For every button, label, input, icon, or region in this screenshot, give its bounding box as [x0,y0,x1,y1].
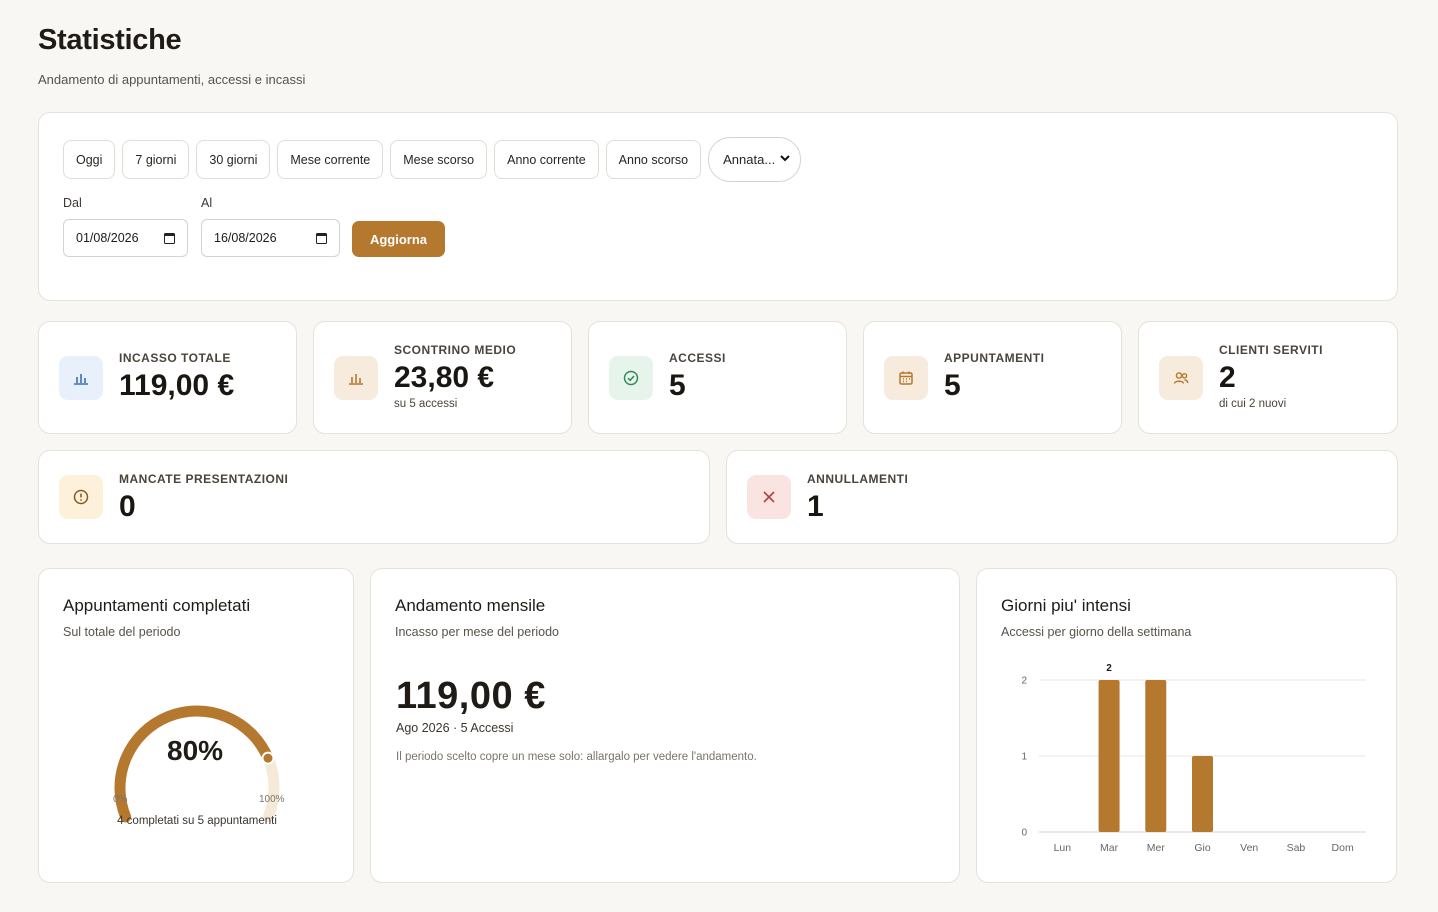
year-select-value: Annata... [723,152,776,167]
gauge-knob [261,751,275,765]
bar-gio [1192,756,1213,832]
x-tick-label: Sab [1287,842,1306,854]
page-subtitle: Andamento di appuntamenti, accessi e inc… [38,72,306,87]
monthly-trend-panel: Andamento mensile Incasso per mese del p… [370,568,960,883]
x-icon [747,475,791,519]
panel-subtitle: Incasso per mese del periodo [395,625,559,639]
to-date-input[interactable]: 16/08/2026 [201,219,340,257]
kpi-label: SCONTRINO MEDIO [394,343,517,357]
bar-mar [1098,680,1120,832]
kpi-value: 2 [1219,361,1236,394]
kpi-card-total-revenue: INCASSO TOTALE 119,00 € [38,321,297,434]
busy-days-panel: Giorni piu' intensi Accessi per giorno d… [976,568,1397,883]
to-date-value: 16/08/2026 [214,231,277,245]
calendar-icon[interactable] [316,232,327,244]
y-tick-label: 1 [1021,752,1027,763]
year-select[interactable]: Annata... [708,137,802,182]
kpi-value: 0 [119,490,136,523]
trend-note: Il periodo scelto copre un mese solo: al… [396,751,757,763]
preset-30-days-button[interactable]: 30 giorni [196,140,271,179]
filters-card: Oggi 7 giorni 30 giorni Mese corrente Me… [38,112,1398,301]
kpi-label: MANCATE PRESENTAZIONI [119,472,289,486]
x-tick-label: Mar [1100,842,1119,854]
kpi-label: CLIENTI SERVITI [1219,343,1323,357]
preset-today-button[interactable]: Oggi [63,140,116,179]
kpi-value: 23,80 € [394,361,495,394]
kpi-card-clients-served: CLIENTI SERVITI 2 di cui 2 nuovi [1138,321,1398,434]
kpi-label: INCASSO TOTALE [119,351,231,365]
completion-gauge [114,705,280,823]
refresh-button[interactable]: Aggiorna [352,221,445,257]
from-date-value: 01/08/2026 [76,231,139,245]
chevron-down-icon [780,154,790,165]
bar-chart-icon [59,356,103,400]
preset-current-month-button[interactable]: Mese corrente [277,140,384,179]
kpi-card-appointments: APPUNTAMENTI 5 [863,321,1122,434]
preset-7-days-button[interactable]: 7 giorni [122,140,190,179]
check-circle-icon [609,356,653,400]
kpi-label: ACCESSI [669,351,726,365]
kpi-label: APPUNTAMENTI [944,351,1045,365]
panel-title: Andamento mensile [395,596,546,615]
data-label: 2 [1106,663,1112,674]
preset-current-year-button[interactable]: Anno corrente [494,140,599,179]
kpi-value: 1 [807,490,824,523]
kpi-card-cancellations: ANNULLAMENTI 1 [726,450,1398,544]
kpi-value: 5 [669,369,686,402]
trend-meta: Ago 2026 · 5 Accessi [396,721,514,735]
kpi-card-average-receipt: SCONTRINO MEDIO 23,80 € su 5 accessi [313,321,572,434]
calendar-icon[interactable] [164,232,175,244]
period-presets: Oggi 7 giorni 30 giorni Mese corrente Me… [63,137,802,182]
kpi-sub: su 5 accessi [394,398,458,410]
gauge-percent: 80% [167,735,224,766]
gauge-max-label: 100% [259,794,285,805]
busy-days-chart: 0 1 2 Lun 2 Mar Mer Gio Ven Sab Dom [1021,663,1366,854]
alert-circle-icon [59,475,103,519]
kpi-value: 119,00 € [119,369,235,402]
x-tick-label: Dom [1332,842,1354,854]
from-date-input[interactable]: 01/08/2026 [63,219,188,257]
x-tick-label: Gio [1194,842,1211,854]
gauge-caption: 4 completati su 5 appuntamenti [117,815,277,827]
kpi-sub: di cui 2 nuovi [1219,398,1287,410]
preset-last-year-button[interactable]: Anno scorso [605,140,702,179]
from-label: Dal [63,196,82,210]
preset-last-month-button[interactable]: Mese scorso [390,140,488,179]
users-icon [1159,356,1203,400]
y-tick-label: 2 [1021,676,1027,687]
x-tick-label: Lun [1054,842,1072,854]
trend-amount: 119,00 € [396,675,546,717]
kpi-label: ANNULLAMENTI [807,472,909,486]
x-tick-label: Mer [1147,842,1166,854]
bar-mer [1145,680,1167,832]
x-tick-label: Ven [1240,842,1258,854]
calendar-icon [884,356,928,400]
gauge-min-label: 0% [113,794,128,805]
page-title: Statistiche [38,24,182,56]
kpi-card-no-shows: MANCATE PRESENTAZIONI 0 [38,450,710,544]
y-tick-label: 0 [1021,828,1027,839]
bar-chart-icon [334,356,378,400]
completed-appointments-panel: Appuntamenti completati Sul totale del p… [38,568,354,883]
to-label: Al [201,196,213,210]
kpi-value: 5 [944,369,961,402]
kpi-card-accesses: ACCESSI 5 [588,321,847,434]
